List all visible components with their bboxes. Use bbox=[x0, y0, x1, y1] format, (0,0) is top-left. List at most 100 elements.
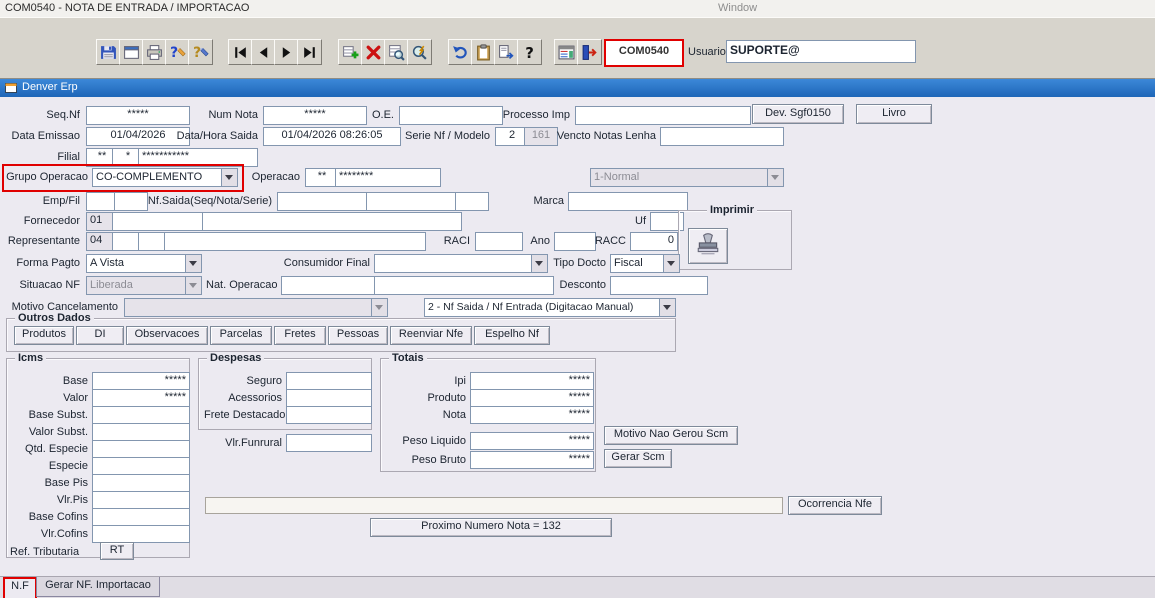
icms-base-subst-input[interactable] bbox=[92, 406, 190, 424]
motivo-nao-gerou-scm-button[interactable]: Motivo Nao Gerou Scm bbox=[604, 426, 738, 445]
proximo-numero-nota-button[interactable]: Proximo Numero Nota = 132 bbox=[370, 518, 612, 537]
insert-record-button[interactable] bbox=[338, 39, 363, 65]
operacao-input-2[interactable]: ******** bbox=[335, 168, 441, 187]
filial-input-3[interactable]: *********** bbox=[138, 148, 258, 167]
icms-qtd-especie-input[interactable] bbox=[92, 440, 190, 458]
chevron-down-icon[interactable] bbox=[185, 255, 201, 272]
di-button[interactable]: DI bbox=[76, 326, 124, 345]
paste-button[interactable] bbox=[471, 39, 496, 65]
chevron-down-icon[interactable] bbox=[221, 169, 237, 186]
nat-operacao-input-1[interactable] bbox=[281, 276, 377, 295]
produto-input[interactable]: ***** bbox=[470, 389, 594, 407]
marca-input[interactable] bbox=[568, 192, 688, 211]
forma-pagto-select[interactable]: A Vista bbox=[86, 254, 202, 273]
help-edit-yellow-button[interactable]: ? bbox=[188, 39, 213, 65]
ipi-input[interactable]: ***** bbox=[470, 372, 594, 390]
seq-nf-input[interactable]: ***** bbox=[86, 106, 190, 125]
menu-window[interactable]: Window bbox=[718, 2, 757, 14]
parcelas-button[interactable]: Parcelas bbox=[210, 326, 272, 345]
num-nota-input[interactable]: ***** bbox=[263, 106, 367, 125]
print-button[interactable] bbox=[142, 39, 167, 65]
peso-bruto-input[interactable]: ***** bbox=[470, 451, 594, 469]
fornecedor-input-2[interactable] bbox=[112, 212, 208, 231]
exit-button[interactable] bbox=[577, 39, 602, 65]
nat-operacao-input-2[interactable] bbox=[374, 276, 554, 295]
icms-especie-input[interactable] bbox=[92, 457, 190, 475]
save-button[interactable] bbox=[96, 39, 121, 65]
consumidor-final-select[interactable] bbox=[374, 254, 548, 273]
new-window-button[interactable] bbox=[119, 39, 144, 65]
ocorrencia-nfe-button[interactable]: Ocorrencia Nfe bbox=[788, 496, 882, 515]
transfer-button[interactable] bbox=[494, 39, 519, 65]
chevron-down-icon[interactable] bbox=[659, 299, 675, 316]
produtos-button[interactable]: Produtos bbox=[14, 326, 74, 345]
espelho-nf-button[interactable]: Espelho Nf bbox=[474, 326, 550, 345]
ano-input[interactable] bbox=[554, 232, 596, 251]
nav-prev-button[interactable] bbox=[251, 39, 276, 65]
icms-vlr-cofins-input[interactable] bbox=[92, 525, 190, 543]
processo-imp-input[interactable] bbox=[575, 106, 751, 125]
vencto-notas-lenha-input[interactable] bbox=[660, 127, 784, 146]
nf-saida-seq-input[interactable] bbox=[277, 192, 371, 211]
tab-nf[interactable]: N.F bbox=[3, 577, 37, 598]
execute-query-button[interactable] bbox=[407, 39, 432, 65]
grupo-operacao-select[interactable]: CO-COMPLEMENTO bbox=[92, 168, 238, 187]
icms-valor-subst-input[interactable] bbox=[92, 423, 190, 441]
icms-base-cofins-input[interactable] bbox=[92, 508, 190, 526]
vlr-funrural-input[interactable] bbox=[286, 434, 372, 452]
oe-input[interactable] bbox=[399, 106, 503, 125]
fornecedor-input-3[interactable] bbox=[202, 212, 462, 231]
enter-query-button[interactable] bbox=[384, 39, 409, 65]
frete-destacado-input[interactable] bbox=[286, 406, 372, 424]
data-hora-saida-input[interactable]: 01/04/2026 08:26:05 bbox=[263, 127, 401, 146]
tipo-docto-select[interactable]: Fiscal bbox=[610, 254, 680, 273]
memo-button[interactable] bbox=[554, 39, 579, 65]
operacao-input-1[interactable]: ** bbox=[305, 168, 339, 187]
icms-base-input[interactable]: ***** bbox=[92, 372, 190, 390]
imprimir-button[interactable] bbox=[688, 228, 728, 264]
help-edit-blue-button[interactable]: ? bbox=[165, 39, 190, 65]
reenviar-nfe-button[interactable]: Reenviar Nfe bbox=[390, 326, 472, 345]
mdi-header: Denver Erp bbox=[0, 79, 1155, 97]
nav-next-button[interactable] bbox=[274, 39, 299, 65]
delete-record-button[interactable] bbox=[361, 39, 386, 65]
message-bar[interactable] bbox=[205, 497, 783, 514]
situacao-nf-select: Liberada bbox=[86, 276, 202, 295]
paste-icon bbox=[477, 43, 490, 60]
undo-button[interactable] bbox=[448, 39, 473, 65]
tipo-nota-value: 1-Normal bbox=[594, 171, 640, 183]
tab-gerar-nf-importacao[interactable]: Gerar NF. Importacao bbox=[36, 577, 160, 597]
nota-input[interactable]: ***** bbox=[470, 406, 594, 424]
acessorios-input[interactable] bbox=[286, 389, 372, 407]
dev-sgf0150-button[interactable]: Dev. Sgf0150 bbox=[752, 104, 844, 124]
nf-saida-nota-input[interactable] bbox=[366, 192, 460, 211]
nf-saida-serie-input[interactable] bbox=[455, 192, 489, 211]
observacoes-button[interactable]: Observacoes bbox=[126, 326, 208, 345]
livro-button[interactable]: Livro bbox=[856, 104, 932, 124]
raci-input[interactable] bbox=[475, 232, 523, 251]
acessorios-label: Acessorios bbox=[228, 392, 282, 404]
icms-vlr-pis-label: Vlr.Pis bbox=[56, 494, 88, 506]
nav-last-button[interactable] bbox=[297, 39, 322, 65]
despesas-title: Despesas bbox=[207, 352, 265, 364]
gerar-scm-button[interactable]: Gerar Scm bbox=[604, 449, 672, 468]
help-button[interactable]: ? bbox=[517, 39, 542, 65]
icms-base-pis-input[interactable] bbox=[92, 474, 190, 492]
racc-input[interactable]: 0 bbox=[630, 232, 678, 251]
icms-valor-input[interactable]: ***** bbox=[92, 389, 190, 407]
chevron-down-icon[interactable] bbox=[663, 255, 679, 272]
seguro-input[interactable] bbox=[286, 372, 372, 390]
nav-first-button[interactable] bbox=[228, 39, 253, 65]
nf-entrada-tipo-select[interactable]: 2 - Nf Saida / Nf Entrada (Digitacao Man… bbox=[424, 298, 676, 317]
peso-liquido-input[interactable]: ***** bbox=[470, 432, 594, 450]
representante-input-4[interactable] bbox=[164, 232, 426, 251]
rt-button[interactable]: RT bbox=[100, 542, 134, 560]
stamp-icon bbox=[697, 233, 719, 255]
chevron-down-icon[interactable] bbox=[531, 255, 547, 272]
icms-valor-label: Valor bbox=[63, 392, 88, 404]
icms-vlr-pis-input[interactable] bbox=[92, 491, 190, 509]
fretes-button[interactable]: Fretes bbox=[274, 326, 326, 345]
pessoas-button[interactable]: Pessoas bbox=[328, 326, 388, 345]
desconto-input[interactable] bbox=[610, 276, 708, 295]
usuario-input[interactable]: SUPORTE@ bbox=[726, 40, 916, 63]
